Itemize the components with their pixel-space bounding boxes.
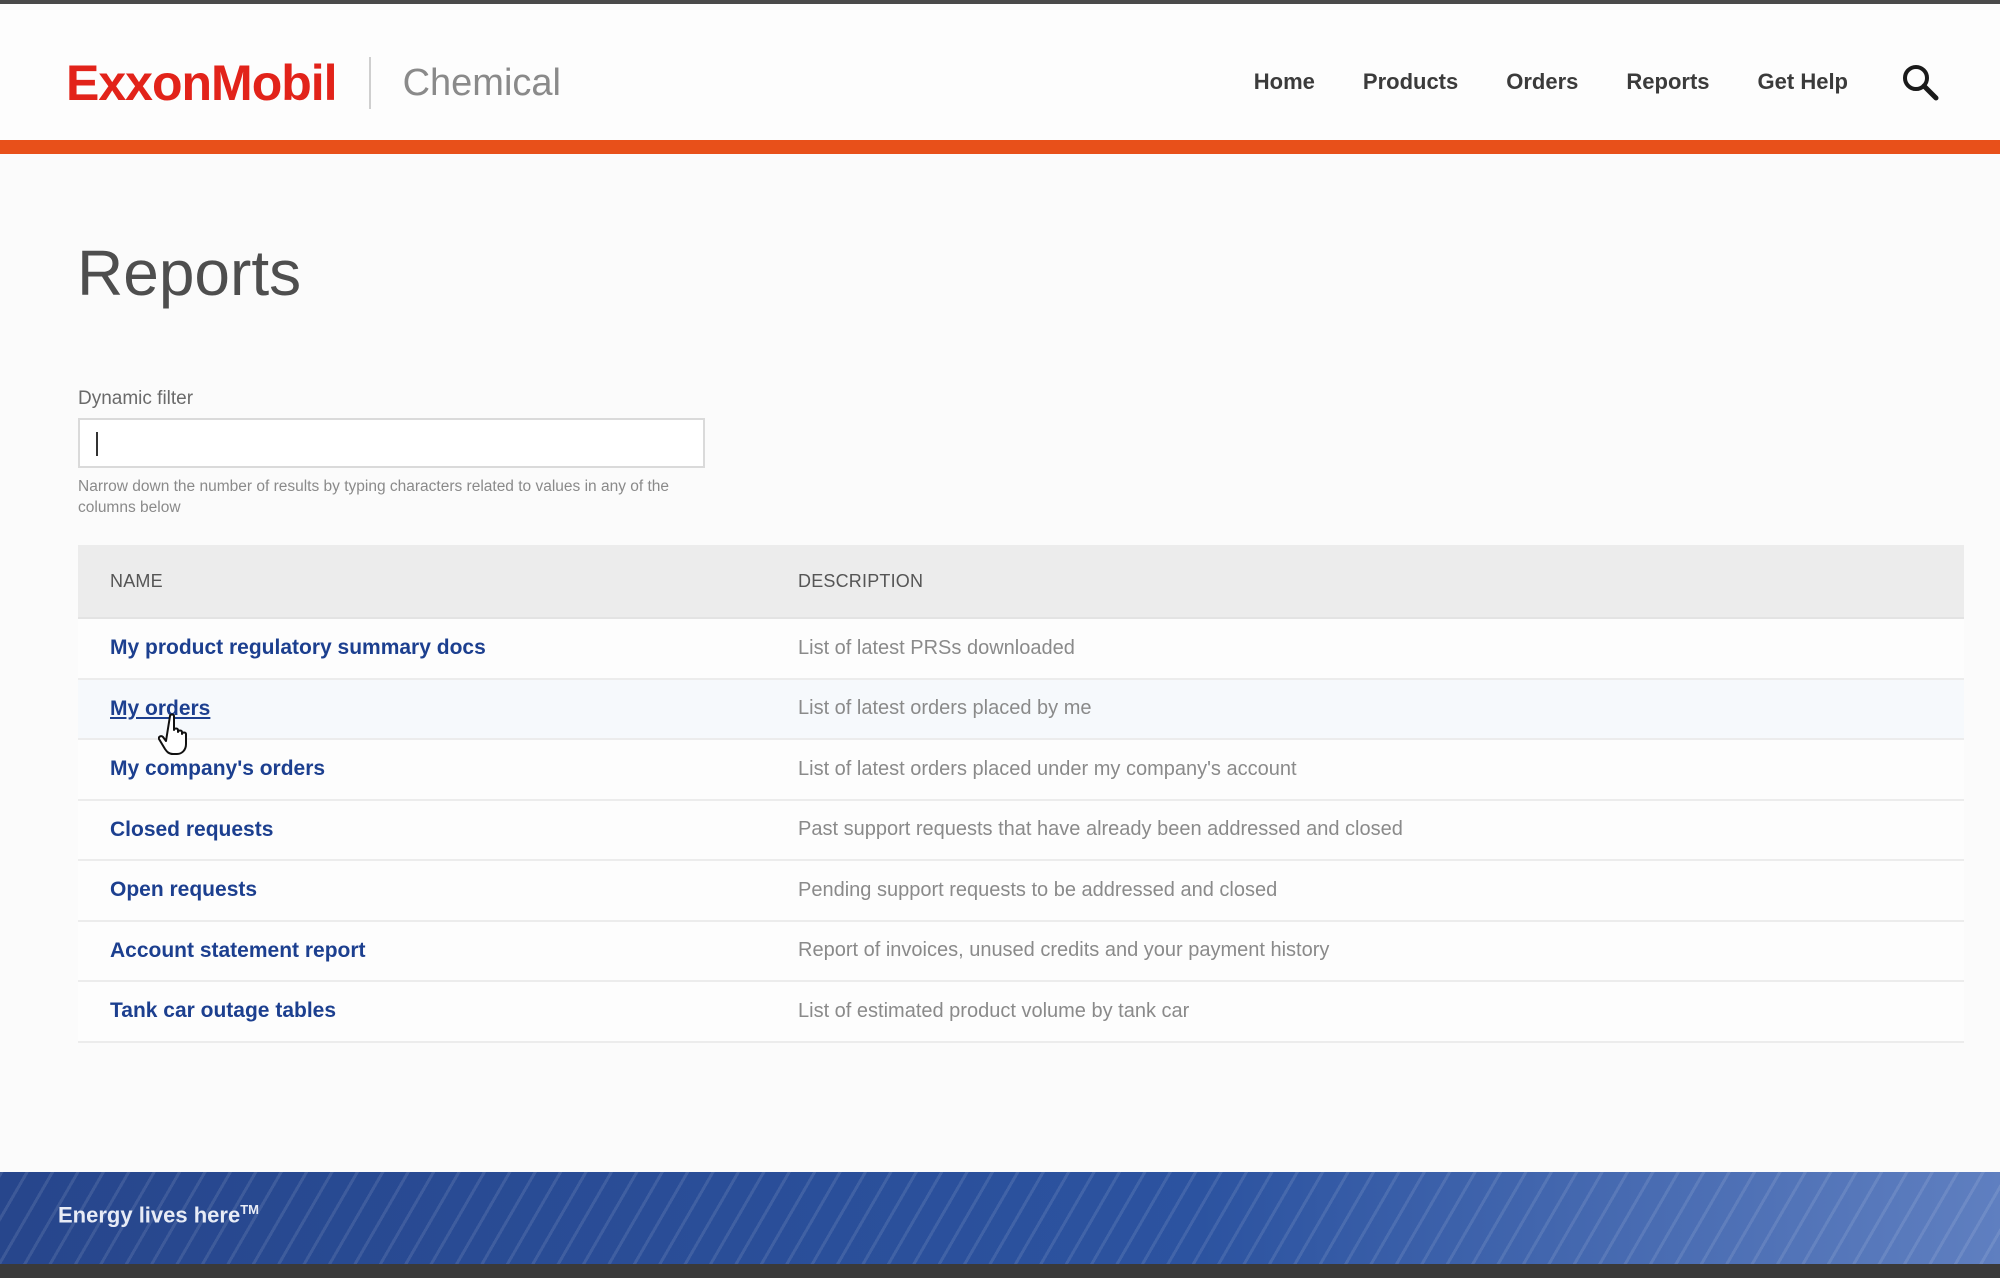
table-row: Closed requests Past support requests th… bbox=[78, 800, 1964, 861]
logo-brand: ExxonMobil bbox=[66, 55, 338, 111]
report-link[interactable]: Open requests bbox=[110, 878, 257, 901]
page-title: Reports bbox=[77, 237, 302, 309]
table-row: My company's orders List of latest order… bbox=[78, 740, 1964, 801]
trademark-mark: TM bbox=[240, 1202, 259, 1217]
report-description: Report of invoices, unused credits and y… bbox=[798, 939, 1330, 962]
table-row: My orders List of latest orders placed b… bbox=[78, 679, 1964, 740]
report-description: List of latest orders placed under my co… bbox=[798, 757, 1297, 780]
report-description: List of latest orders placed by me bbox=[798, 697, 1092, 720]
nav-get-help[interactable]: Get Help bbox=[1758, 69, 1848, 95]
nav-home[interactable]: Home bbox=[1254, 69, 1315, 95]
report-description: Past support requests that have already … bbox=[798, 818, 1403, 841]
nav-orders[interactable]: Orders bbox=[1506, 69, 1578, 95]
search-icon bbox=[1903, 65, 1939, 101]
site-header: ExxonMobil Chemical Home Products Orders… bbox=[0, 4, 2000, 140]
column-header-name[interactable]: NAME bbox=[78, 571, 798, 592]
window-bottom-strip bbox=[0, 1264, 2000, 1278]
header-accent-bar bbox=[0, 140, 2000, 154]
tagline-text: Energy lives here bbox=[58, 1202, 241, 1228]
logo[interactable]: ExxonMobil Chemical bbox=[66, 48, 561, 118]
main-nav: Home Products Orders Reports Get Help bbox=[1254, 62, 2000, 102]
logo-divider bbox=[368, 57, 371, 109]
site-footer: Energy lives hereTM bbox=[0, 1172, 2000, 1264]
report-link[interactable]: Closed requests bbox=[110, 818, 273, 841]
nav-reports[interactable]: Reports bbox=[1626, 69, 1709, 95]
table-row: My product regulatory summary docs List … bbox=[78, 619, 1964, 680]
search-button[interactable] bbox=[1900, 62, 1940, 102]
table-row: Open requests Pending support requests t… bbox=[78, 861, 1964, 922]
table-header: NAME DESCRIPTION bbox=[78, 545, 1964, 619]
table-row: Account statement report Report of invoi… bbox=[78, 921, 1964, 982]
hand-cursor-icon bbox=[158, 713, 187, 755]
logo-division: Chemical bbox=[402, 61, 561, 104]
footer-tagline: Energy lives hereTM bbox=[58, 1202, 259, 1228]
reports-table: NAME DESCRIPTION My product regulatory s… bbox=[78, 545, 1964, 1043]
text-caret bbox=[96, 432, 98, 456]
report-link[interactable]: My company's orders bbox=[110, 757, 325, 780]
filter-label: Dynamic filter bbox=[78, 388, 194, 409]
report-description: Pending support requests to be addressed… bbox=[798, 878, 1278, 901]
report-description: List of latest PRSs downloaded bbox=[798, 636, 1075, 659]
column-header-description[interactable]: DESCRIPTION bbox=[798, 571, 1964, 592]
filter-help-text: Narrow down the number of results by typ… bbox=[78, 478, 670, 516]
table-row: Tank car outage tables List of estimated… bbox=[78, 982, 1964, 1043]
report-link[interactable]: My product regulatory summary docs bbox=[110, 636, 486, 659]
report-link[interactable]: Tank car outage tables bbox=[110, 999, 336, 1022]
report-description: List of estimated product volume by tank… bbox=[798, 999, 1190, 1022]
report-link[interactable]: Account statement report bbox=[110, 939, 366, 962]
dynamic-filter-input[interactable] bbox=[78, 418, 705, 468]
nav-products[interactable]: Products bbox=[1363, 69, 1458, 95]
